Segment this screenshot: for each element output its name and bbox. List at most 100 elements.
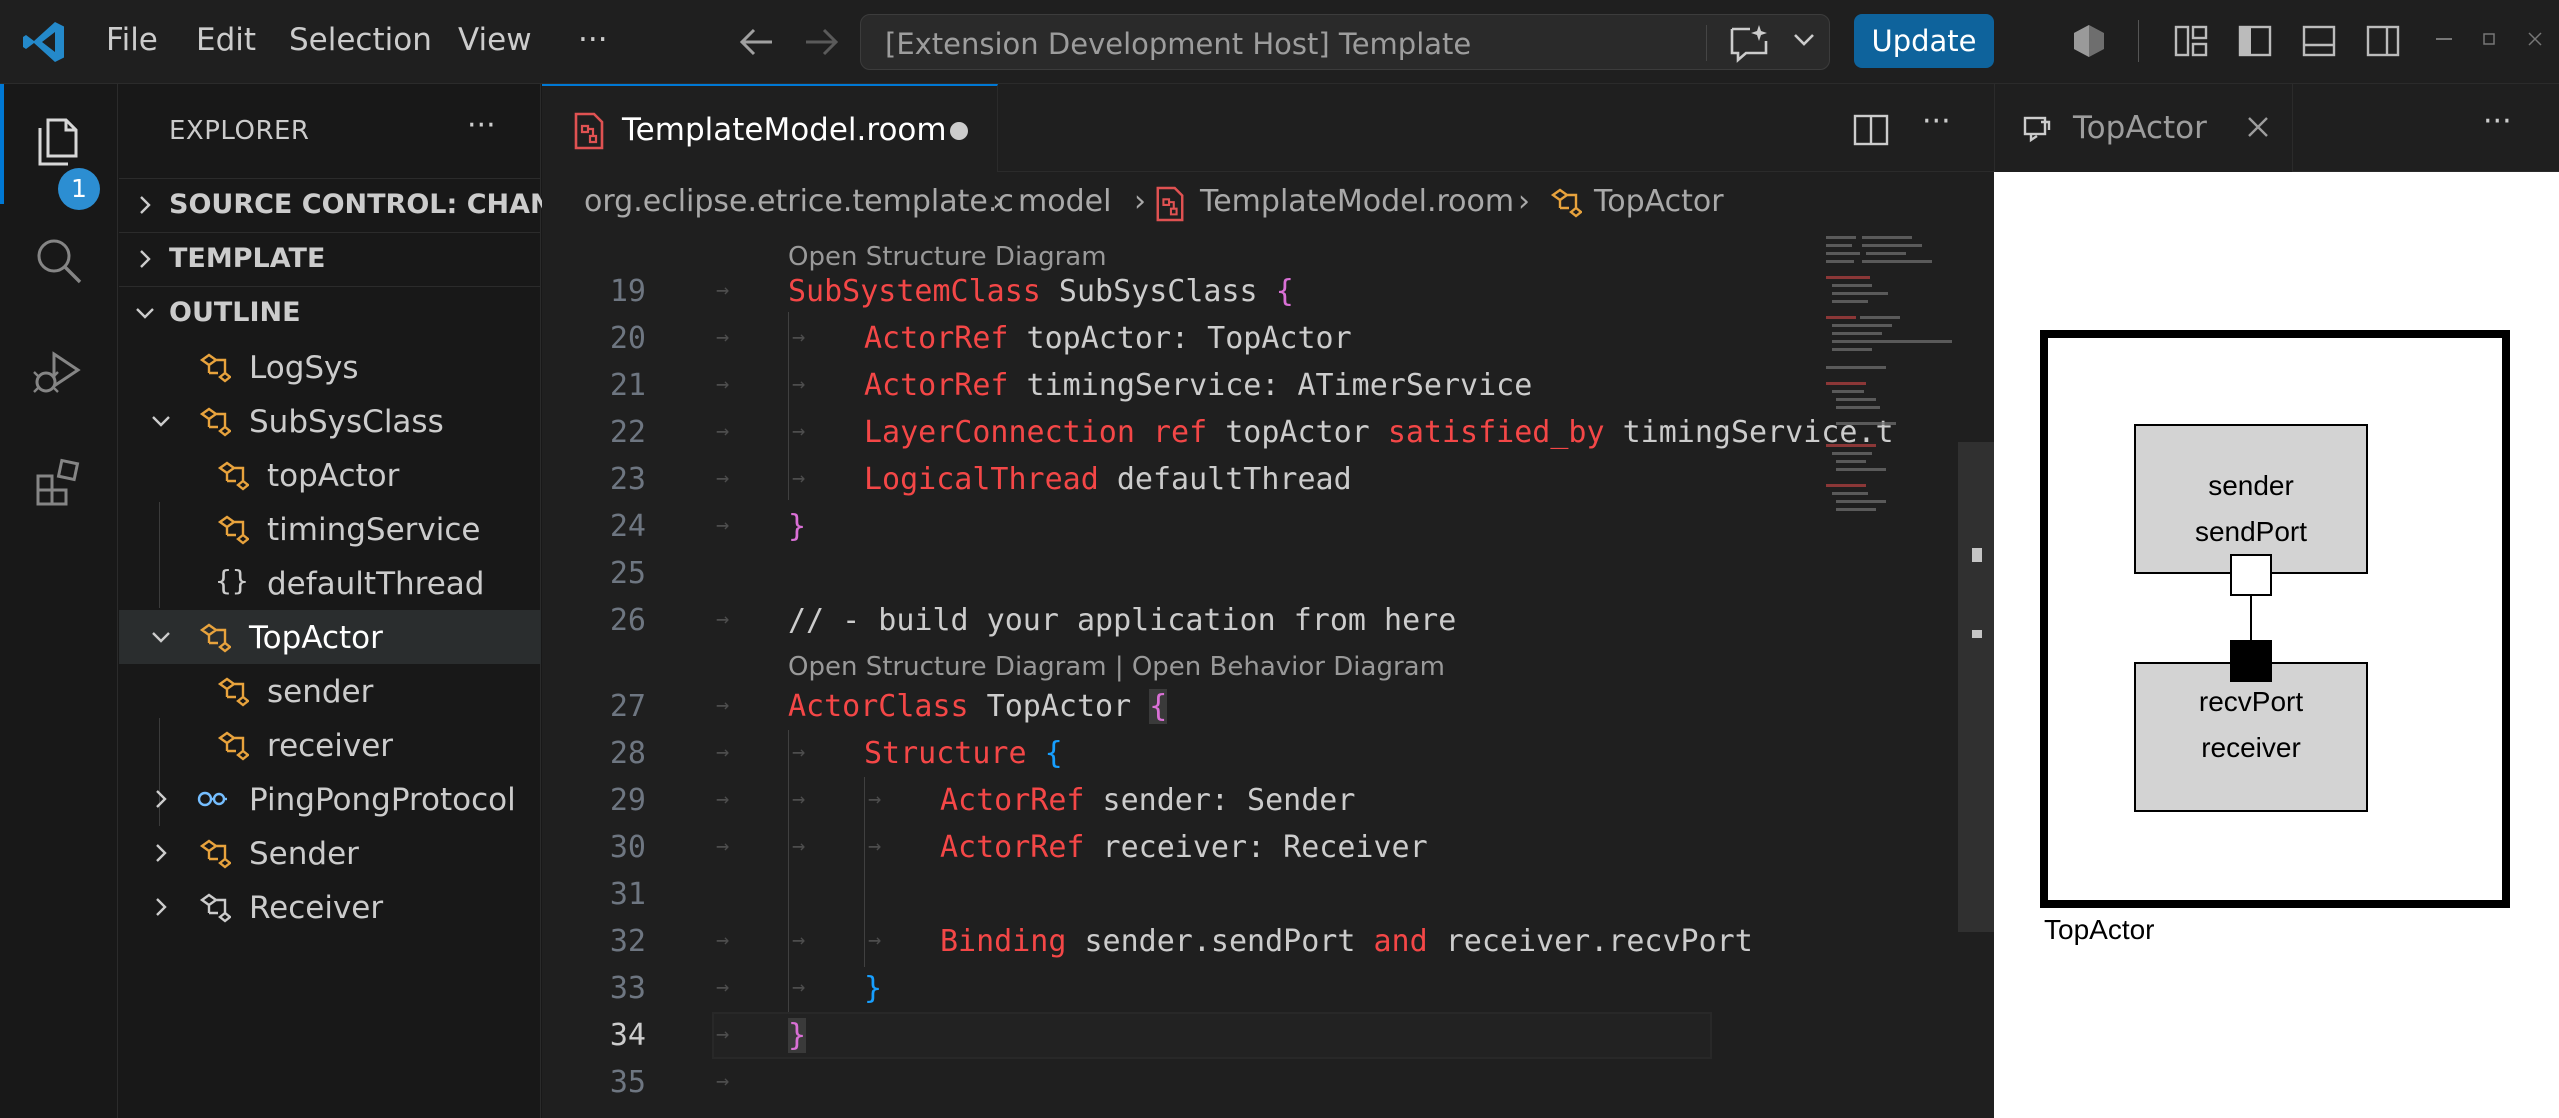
chevron-down-icon[interactable] — [149, 625, 173, 649]
chevron-right-icon[interactable] — [149, 895, 173, 919]
breadcrumb-item-folder[interactable]: org.eclipse.etrice.template.c — [584, 184, 1014, 219]
sender-actor-box[interactable]: sender sendPort — [2134, 424, 2368, 574]
send-port[interactable] — [2230, 554, 2272, 596]
tab-whitespace-marker: → — [716, 325, 730, 350]
outline-item[interactable]: sender — [119, 664, 541, 718]
code-line[interactable]: 35 → — [542, 1059, 1994, 1106]
breadcrumb-item-model[interactable]: model — [1018, 184, 1111, 219]
menu-edit[interactable]: Edit — [196, 22, 256, 58]
outline-item-label: topActor — [267, 458, 400, 494]
breadcrumb-item-file[interactable]: TemplateModel.room — [1200, 184, 1514, 219]
outline-item[interactable]: topActor — [119, 448, 541, 502]
outline-item[interactable]: SubSysClass — [119, 394, 541, 448]
diagram-more-button[interactable]: ··· — [2483, 104, 2512, 139]
code-line[interactable]: 26 → // - build your application from he… — [542, 597, 1994, 644]
chevron-down-icon[interactable] — [149, 409, 173, 433]
code-line[interactable]: 20 → → ActorRef topActor: TopActor — [542, 315, 1994, 362]
menu-view[interactable]: View — [458, 22, 532, 58]
chevron-down-icon[interactable] — [1789, 25, 1819, 55]
template-section-header[interactable]: TEMPLATE — [119, 232, 541, 284]
outline-section-label: OUTLINE — [169, 297, 301, 328]
outline-item[interactable]: receiver — [119, 718, 541, 772]
code-line[interactable]: 24 → } — [542, 503, 1994, 550]
outline-item[interactable]: LogSys — [119, 340, 541, 394]
code-editor[interactable]: Open Structure Diagram 19 → SubSystemCla… — [542, 232, 1994, 1118]
breadcrumb-item-symbol[interactable]: TopActor — [1594, 184, 1724, 219]
tab-whitespace-marker: → — [716, 975, 730, 1000]
line-number: 33 — [609, 971, 646, 1006]
split-editor-icon[interactable] — [1852, 112, 1890, 148]
class-icon — [199, 839, 231, 869]
code-text: ActorRef sender: Sender — [940, 783, 1356, 818]
customize-layout-icon[interactable] — [2172, 22, 2210, 60]
update-button[interactable]: Update — [1854, 14, 1994, 68]
explorer-more-button[interactable]: ··· — [467, 108, 496, 143]
source-control-section-header[interactable]: SOURCE CONTROL: CHAN... — [119, 178, 583, 230]
close-icon[interactable] — [2243, 112, 2273, 142]
code-line[interactable]: 28 → → Structure { — [542, 730, 1994, 777]
receiver-actor-box[interactable]: recvPort receiver — [2134, 662, 2368, 812]
code-line[interactable]: 21 → → ActorRef timingService: ATimerSer… — [542, 362, 1994, 409]
code-line[interactable]: 22 → → LayerConnection ref topActor sati… — [542, 409, 1994, 456]
outline-item[interactable]: {} defaultThread — [119, 556, 541, 610]
port-binding-line[interactable] — [2250, 594, 2252, 642]
outline-item[interactable]: Receiver — [119, 880, 541, 934]
code-line[interactable]: 25 — [542, 550, 1994, 597]
tab-whitespace-marker: → — [716, 928, 730, 953]
extensions-icon[interactable] — [30, 452, 88, 510]
code-line[interactable]: 31 — [542, 871, 1994, 918]
run-debug-icon[interactable] — [30, 342, 88, 400]
code-line[interactable]: 33 → → } — [542, 965, 1994, 1012]
tab-whitespace-marker: → — [792, 325, 806, 350]
tab-templatemodel-room[interactable]: TemplateModel.room — [542, 84, 998, 172]
toggle-primary-sidebar-icon[interactable] — [2236, 22, 2274, 60]
outline-item-label: LogSys — [249, 350, 359, 386]
editor-scrollbar-thumb[interactable] — [1958, 442, 1994, 932]
back-arrow-icon[interactable] — [736, 24, 776, 60]
menu-selection[interactable]: Selection — [289, 22, 432, 58]
copilot-chat-icon[interactable] — [1726, 23, 1772, 63]
menu-file[interactable]: File — [106, 22, 158, 58]
minimap[interactable] — [1822, 232, 1962, 532]
command-center[interactable]: [Extension Development Host] Template — [860, 14, 1830, 70]
code-line[interactable]: 32 → → → Binding sender.sendPort and rec… — [542, 918, 1994, 965]
code-line[interactable]: 27 → ActorClass TopActor { — [542, 683, 1994, 730]
editor-more-button[interactable]: ··· — [1922, 104, 1951, 139]
outline-section-header[interactable]: OUTLINE — [119, 286, 541, 338]
code-line[interactable]: 23 → → LogicalThread defaultThread — [542, 456, 1994, 503]
code-line[interactable]: 19 → SubSystemClass SubSysClass { — [542, 268, 1994, 315]
codelens-open-diagrams[interactable]: Open Structure Diagram | Open Behavior D… — [788, 652, 1445, 682]
search-icon[interactable] — [30, 232, 88, 290]
tab-topactor-diagram[interactable]: TopActor — [1995, 84, 2293, 172]
toggle-panel-icon[interactable] — [2300, 22, 2338, 60]
chevron-right-icon[interactable] — [149, 787, 173, 811]
line-number: 22 — [609, 415, 646, 450]
topactor-container-box[interactable] — [2040, 330, 2510, 908]
code-line[interactable]: 29 → → → ActorRef sender: Sender — [542, 777, 1994, 824]
menu-more[interactable]: ··· — [578, 22, 608, 58]
outline-item[interactable]: timingService — [119, 502, 541, 556]
restore-window-icon[interactable] — [2482, 32, 2496, 46]
vscode-logo-icon[interactable] — [20, 18, 68, 66]
line-number: 34 — [609, 1018, 646, 1053]
titlebar-divider — [2138, 20, 2139, 62]
outline-item[interactable]: PingPongProtocol — [119, 772, 541, 826]
explorer-view-button[interactable]: 1 — [0, 110, 118, 210]
outline-item-selected[interactable]: TopActor — [119, 610, 541, 664]
tab-whitespace-marker: → — [716, 513, 730, 538]
outline-item[interactable]: Sender — [119, 826, 541, 880]
minimize-window-icon[interactable] — [2436, 38, 2452, 42]
forward-arrow-icon[interactable] — [802, 24, 842, 60]
outline-item-label: receiver — [267, 728, 394, 764]
code-line-current[interactable]: 34 → } — [542, 1012, 1994, 1059]
recv-port[interactable] — [2230, 640, 2272, 682]
chevron-right-icon[interactable] — [149, 841, 173, 865]
structure-diagram-view[interactable]: sender sendPort recvPort receiver TopAct… — [1994, 172, 2559, 1118]
close-window-icon[interactable] — [2528, 32, 2542, 46]
unsaved-dot-icon[interactable] — [950, 122, 968, 140]
accounts-cube-icon[interactable] — [2070, 22, 2108, 60]
toggle-secondary-sidebar-icon[interactable] — [2364, 22, 2402, 60]
line-number: 31 — [609, 877, 646, 912]
code-line[interactable]: 30 → → → ActorRef receiver: Receiver — [542, 824, 1994, 871]
class-icon — [199, 353, 231, 383]
